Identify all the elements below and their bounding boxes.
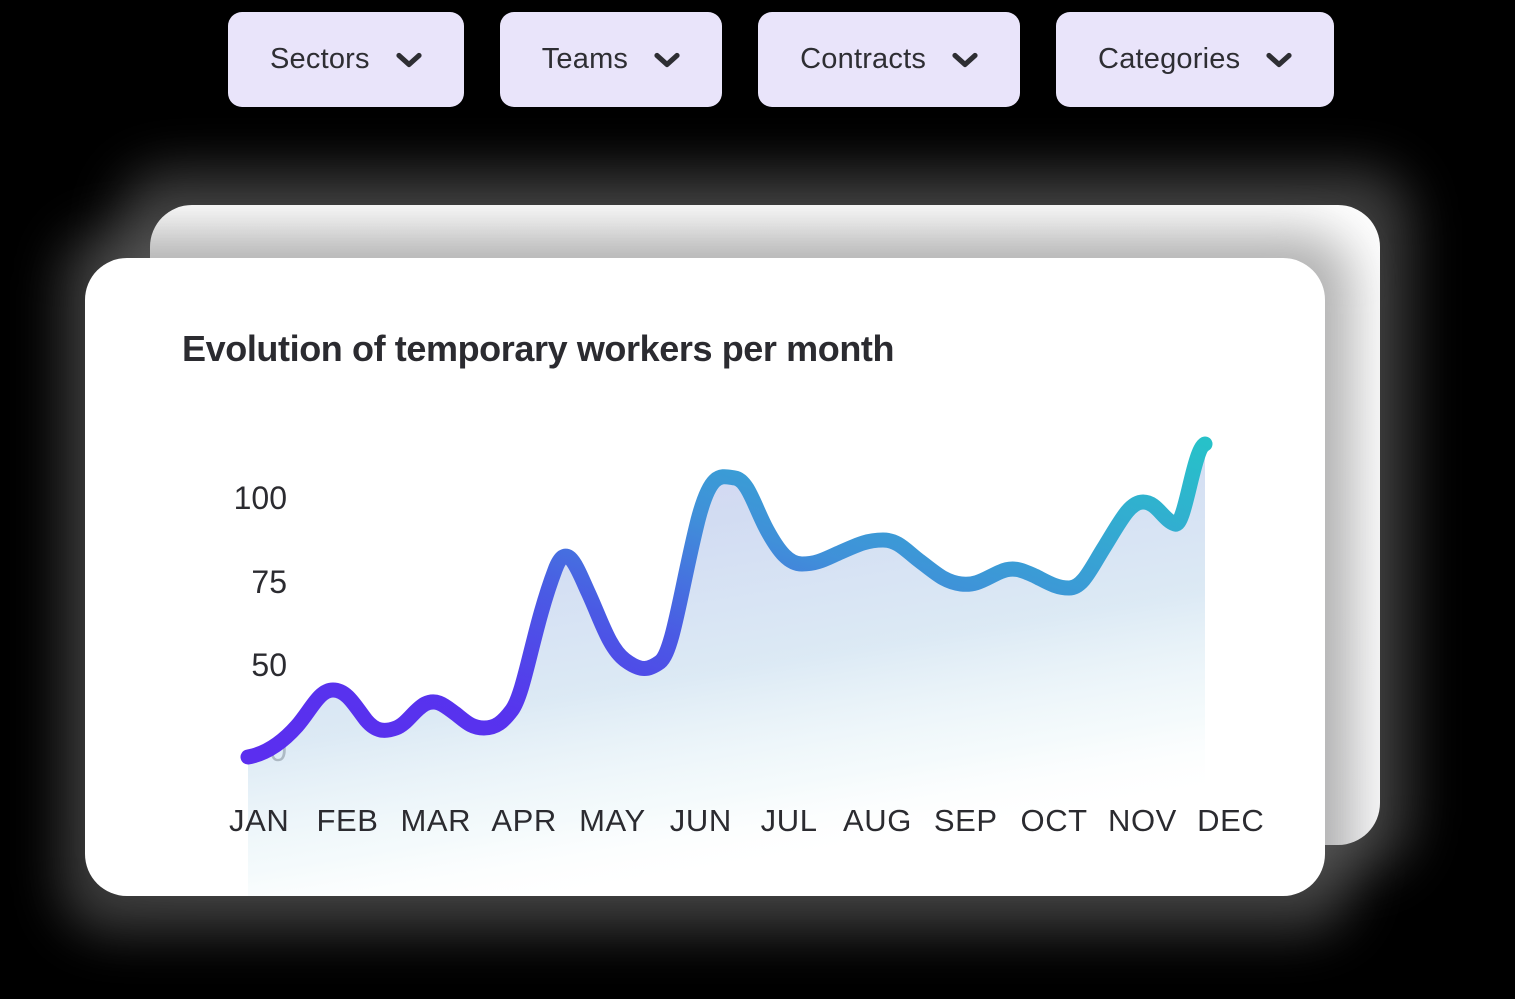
chevron-down-icon [396,52,422,67]
chevron-down-icon [654,52,680,67]
filter-dropdown-sectors-label: Sectors [270,43,370,75]
x-axis-tick-mar: MAR [400,803,472,838]
filter-dropdown-teams[interactable]: Teams [499,12,723,107]
filter-dropdown-categories[interactable]: Categories [1056,12,1335,107]
filter-dropdown-categories-label: Categories [1098,43,1241,75]
x-axis-tick-oct: OCT [1020,803,1088,838]
x-axis-tick-apr: APR [491,803,557,838]
x-axis-tick-sep: SEP [933,803,998,838]
x-axis-tick-aug: AUG [842,803,912,838]
x-axis-tick-jan: JAN [228,803,290,838]
app-root: Sectors Teams Contracts Categories Evolu… [0,0,1515,999]
filter-dropdown-sectors[interactable]: Sectors [228,12,464,107]
filter-dropdown-teams-label: Teams [541,43,629,75]
x-axis-tick-may: MAY [579,803,646,838]
chart-series-temporary-workers [240,436,1213,896]
x-axis: JAN FEB MAR APR MAY JUN JUL AUG SEP OCT … [215,803,1275,839]
x-axis-tick-nov: NOV [1107,803,1177,838]
filter-bar: Sectors Teams Contracts Categories [228,12,1335,107]
chevron-down-icon [1266,52,1292,67]
chart-plot-area: 100 75 50 0 [85,258,1325,896]
x-axis-tick-dec: DEC [1197,803,1265,838]
x-axis-tick-feb: FEB [316,803,379,838]
chevron-down-icon [952,52,978,67]
filter-dropdown-contracts[interactable]: Contracts [758,12,1021,107]
filter-dropdown-contracts-label: Contracts [800,43,927,75]
x-axis-tick-jun: JUN [669,803,732,838]
chart-card: Evolution of temporary workers per month… [85,258,1325,896]
x-axis-tick-jul: JUL [760,803,818,838]
